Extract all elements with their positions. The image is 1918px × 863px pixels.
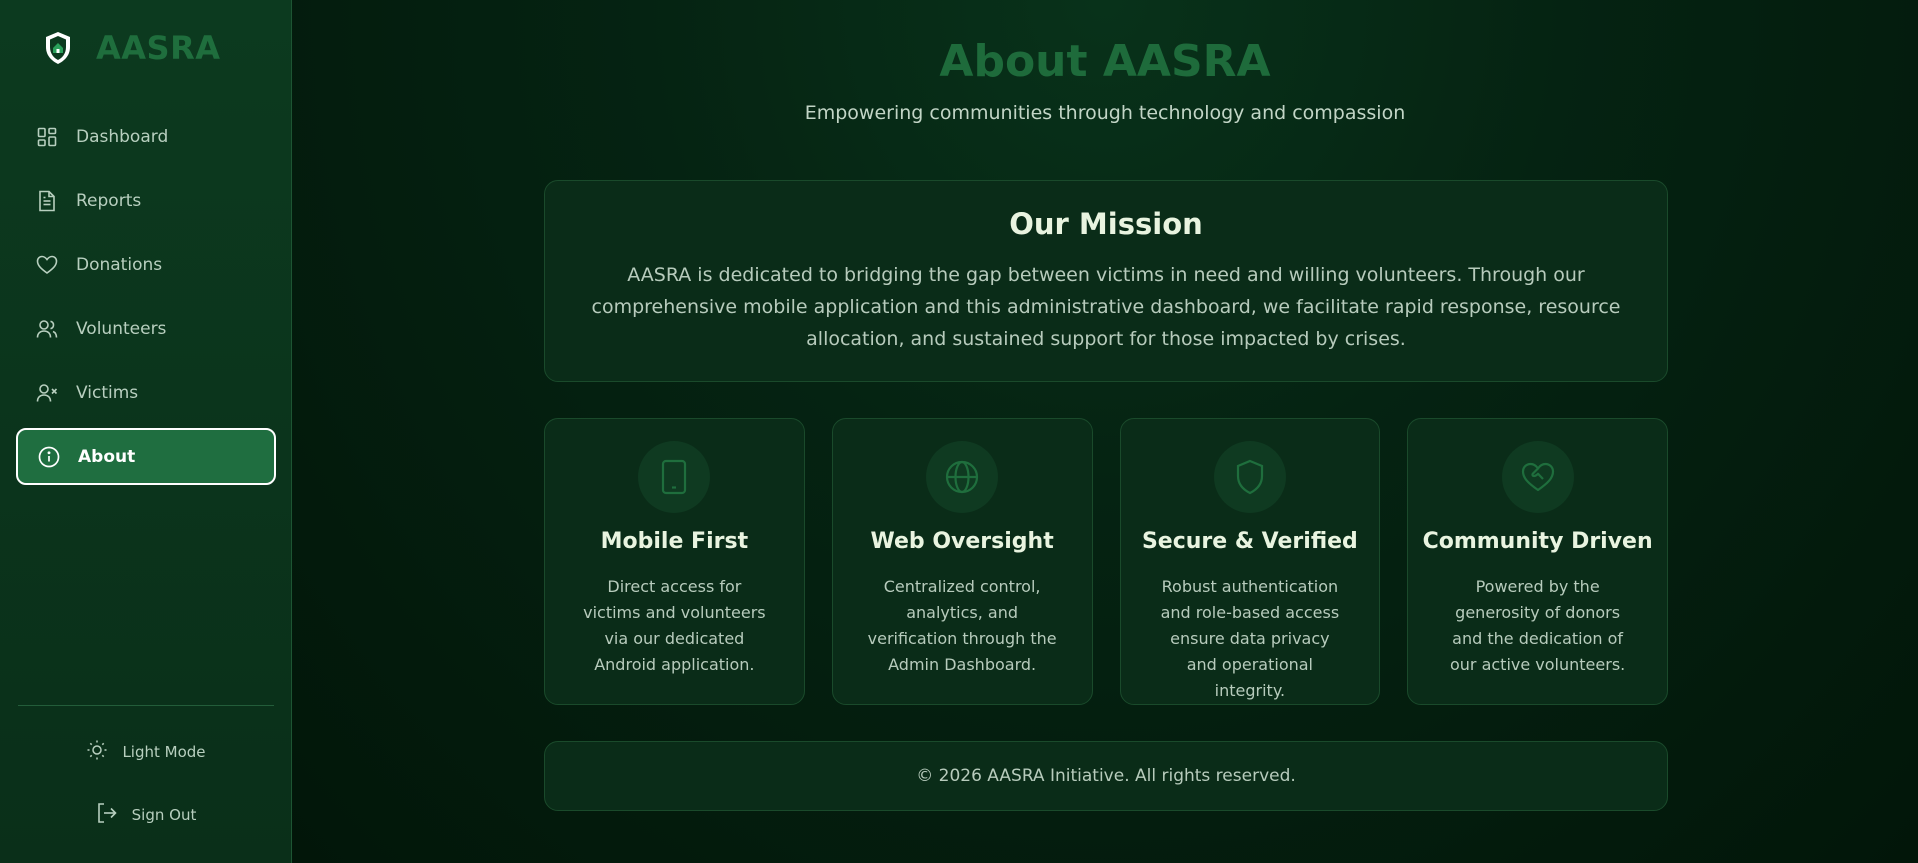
heart-icon (36, 254, 58, 276)
sidebar-item-victims[interactable]: Victims (16, 364, 276, 421)
user-x-icon (36, 382, 58, 404)
feature-text: Powered by the generosity of donors and … (1449, 577, 1626, 674)
sidebar-divider (18, 705, 274, 706)
sidebar-item-label: Dashboard (76, 126, 169, 147)
shield-home-icon (40, 28, 76, 68)
feature-title: Mobile First (600, 529, 749, 554)
feature-text: Robust authentication and role-based acc… (1160, 577, 1340, 700)
sidebar-item-label: Volunteers (76, 318, 167, 339)
sun-icon (86, 739, 108, 765)
feature-card-secure-verified: Secure & Verified Robust authentication … (1119, 418, 1381, 705)
feature-title: Secure & Verified (1141, 529, 1358, 554)
page-title: About AASRA (939, 36, 1271, 87)
mission-card: Our Mission AASRA is dedicated to bridgi… (544, 180, 1668, 382)
sign-out-icon (96, 802, 118, 828)
document-icon (36, 190, 58, 212)
brand-name: AASRA (96, 29, 221, 67)
sidebar-item-dashboard[interactable]: Dashboard (16, 108, 276, 165)
sidebar-item-reports[interactable]: Reports (16, 172, 276, 229)
page-subtitle: Empowering communities through technolog… (804, 102, 1406, 124)
light-mode-button[interactable]: Light Mode (18, 732, 274, 772)
mission-title: Our Mission (1009, 207, 1203, 241)
sidebar-nav: Dashboard Reports Donations Volunteers V… (16, 108, 276, 492)
sidebar-item-label: Reports (76, 190, 142, 211)
feature-card-web-oversight: Web Oversight Centralized control, analy… (831, 418, 1093, 705)
feature-text: Centralized control, analytics, and veri… (867, 577, 1057, 674)
feature-text: Direct access for victims and volunteers… (583, 577, 766, 674)
globe-icon (926, 441, 999, 513)
smartphone-icon (638, 441, 711, 513)
info-icon (38, 446, 60, 468)
mission-text: AASRA is dedicated to bridging the gap b… (591, 264, 1621, 350)
light-mode-label: Light Mode (122, 743, 206, 761)
sidebar-item-label: Donations (76, 254, 163, 275)
feature-card-mobile-first: Mobile First Direct access for victims a… (544, 418, 805, 705)
feature-card-community-driven: Community Driven Powered by the generosi… (1407, 418, 1668, 705)
heart-handshake-icon (1501, 441, 1574, 513)
grid-icon (36, 126, 58, 148)
sidebar-item-label: Victims (76, 382, 139, 403)
sidebar-item-label: About (78, 446, 136, 467)
feature-cards: Mobile First Direct access for victims a… (544, 418, 1668, 705)
sign-out-label: Sign Out (131, 806, 197, 824)
sidebar-item-about[interactable]: About (16, 428, 276, 485)
footer: © 2026 AASRA Initiative. All rights rese… (544, 741, 1668, 811)
footer-text: © 2026 AASRA Initiative. All rights rese… (916, 766, 1296, 786)
main-content: About AASRA Empowering communities throu… (292, 0, 1918, 863)
shield-icon (1213, 441, 1286, 513)
feature-title: Community Driven (1422, 529, 1653, 554)
sign-out-button[interactable]: Sign Out (18, 795, 274, 835)
feature-title: Web Oversight (870, 529, 1054, 554)
brand[interactable]: AASRA (40, 28, 220, 68)
sidebar-item-volunteers[interactable]: Volunteers (16, 300, 276, 357)
users-icon (36, 318, 58, 340)
sidebar: AASRA Dashboard Reports Donations Volunt… (0, 0, 292, 863)
app-root: AASRA Dashboard Reports Donations Volunt… (0, 0, 1918, 863)
sidebar-item-donations[interactable]: Donations (16, 236, 276, 293)
